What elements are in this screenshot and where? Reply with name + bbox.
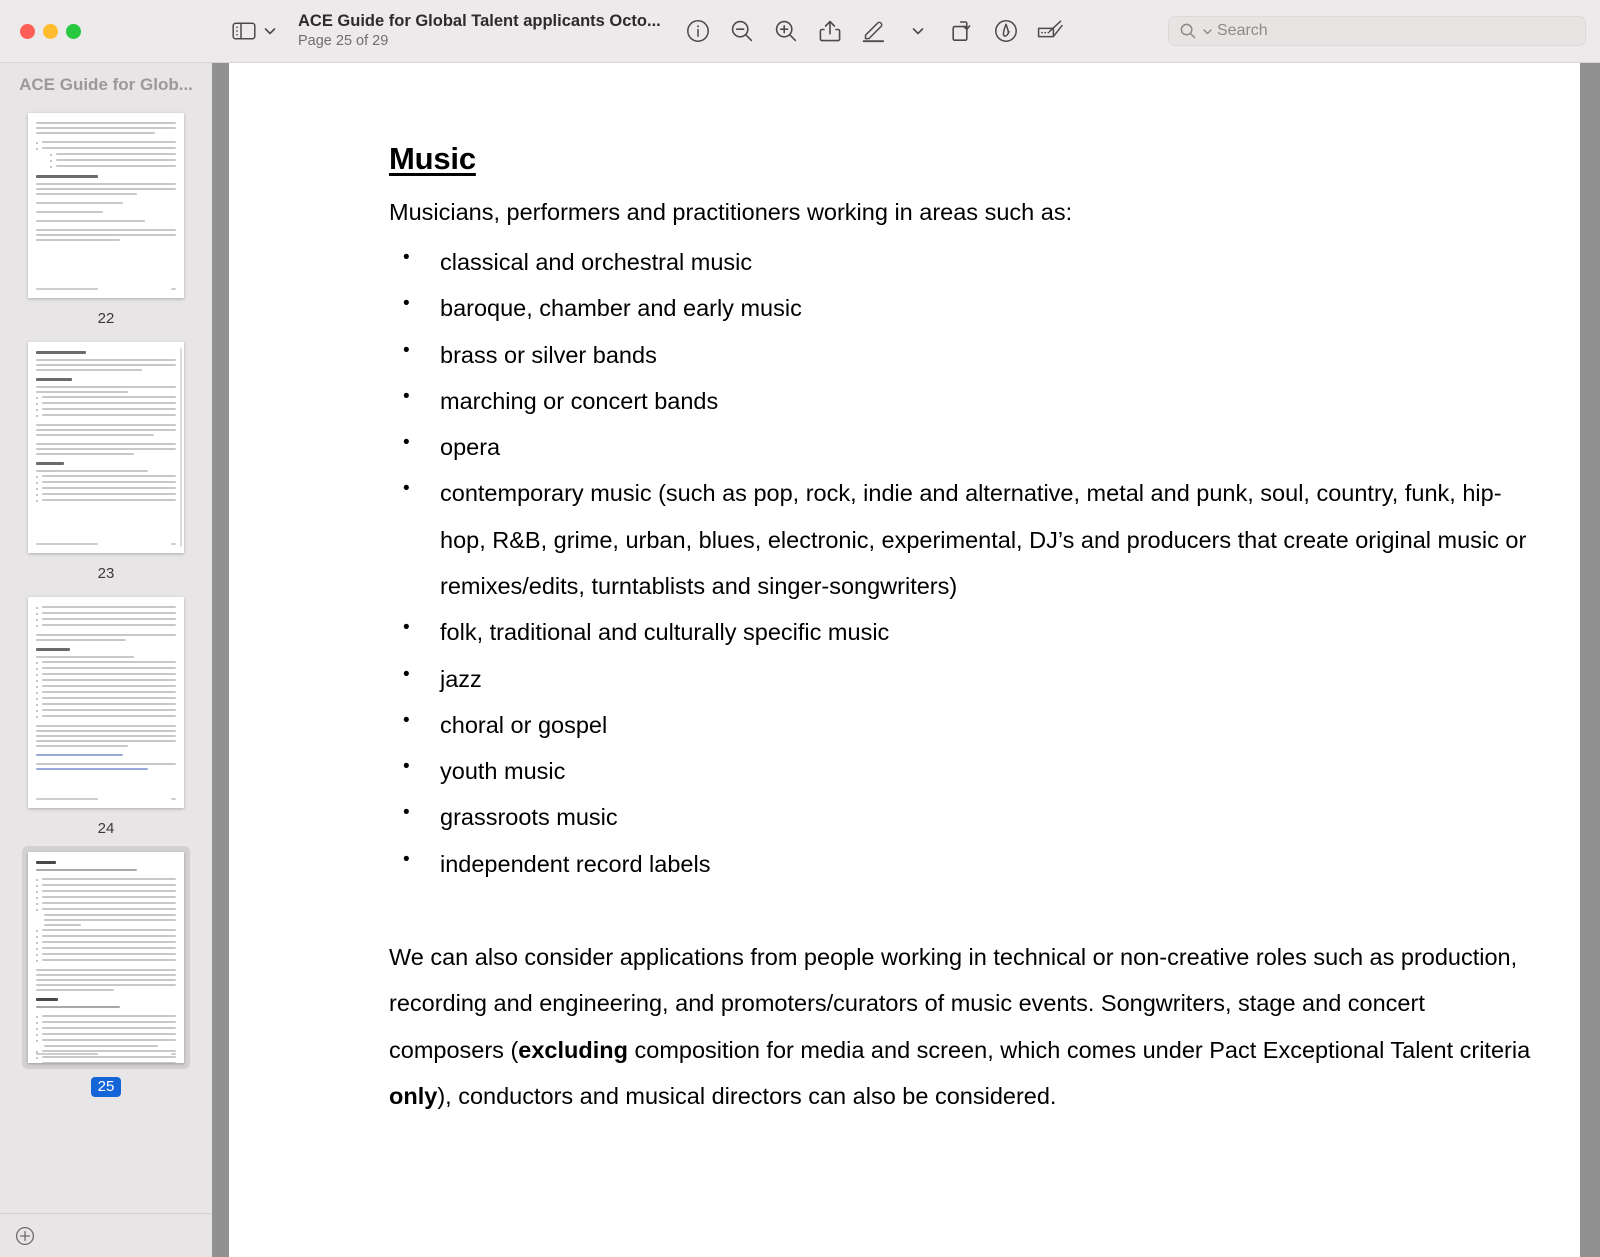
rotate-icon[interactable]	[940, 11, 984, 51]
thumbnail-item-selected[interactable]: 25	[22, 846, 190, 1107]
thumbnail-page-number-badge: 25	[90, 1077, 122, 1097]
info-icon[interactable]	[676, 11, 720, 51]
list-item: jazz	[389, 656, 1540, 702]
sidebar-footer	[0, 1213, 212, 1257]
discipline-list: classical and orchestral music baroque, …	[389, 239, 1540, 887]
preview-window: ACE Guide for Global Talent applicants O…	[0, 0, 1600, 1257]
search-icon	[1180, 23, 1196, 38]
markup-pen-icon[interactable]	[852, 11, 896, 51]
sign-icon[interactable]	[984, 11, 1028, 51]
pdf-page: Music Musicians, performers and practiti…	[229, 63, 1580, 1257]
add-page-button[interactable]	[14, 1225, 36, 1247]
list-item: baroque, chamber and early music	[389, 285, 1540, 331]
page-gutter-right	[1580, 63, 1600, 1257]
list-item: folk, traditional and culturally specifi…	[389, 609, 1540, 655]
thumbnail-frame[interactable]	[22, 591, 190, 814]
zoom-in-icon[interactable]	[764, 11, 808, 51]
search-container: Search	[1168, 16, 1586, 46]
annotate-icon[interactable]	[1028, 11, 1072, 51]
list-item: opera	[389, 424, 1540, 470]
close-button[interactable]	[20, 23, 35, 39]
toolbar: ACE Guide for Global Talent applicants O…	[0, 0, 1600, 63]
paragraph-part-2: composition for media and screen, which …	[627, 1036, 1531, 1063]
list-item: marching or concert bands	[389, 378, 1540, 424]
intro-paragraph: Musicians, performers and practitioners …	[389, 199, 1073, 225]
search-chevron-down-icon	[1203, 28, 1212, 34]
list-item: independent record labels	[389, 841, 1540, 887]
sidebar-chevron-down-icon[interactable]	[262, 23, 278, 39]
paragraph-bold-excluding: excluding	[518, 1036, 628, 1063]
page-indicator: Page 25 of 29	[298, 33, 389, 50]
sidebar-toggle-group	[232, 21, 278, 41]
thumbnail-page-preview	[28, 852, 184, 1063]
minimize-button[interactable]	[43, 23, 58, 39]
thumbnail-frame[interactable]	[22, 336, 190, 559]
search-placeholder: Search	[1217, 22, 1268, 39]
share-icon[interactable]	[808, 11, 852, 51]
chevron-down-icon[interactable]	[896, 11, 940, 51]
zoom-out-icon[interactable]	[720, 11, 764, 51]
list-item: contemporary music (such as pop, rock, i…	[389, 470, 1540, 609]
list-item: youth music	[389, 748, 1540, 794]
thumbnail-frame[interactable]	[22, 107, 190, 304]
paragraph-part-3: ), conductors and musical directors can …	[437, 1082, 1057, 1109]
thumbnail-scroll-indicator	[180, 348, 182, 547]
sidebar-title: ACE Guide for Glob...	[0, 63, 212, 107]
thumbnail-list: 22 23 24 25	[0, 107, 212, 1213]
window-controls	[0, 23, 212, 39]
list-item: grassroots music	[389, 794, 1540, 840]
title-block: ACE Guide for Global Talent applicants O…	[298, 11, 668, 51]
document-title: ACE Guide for Global Talent applicants O…	[298, 11, 661, 30]
closing-paragraph: We can also consider applications from p…	[389, 934, 1540, 1119]
thumbnail-page-number: 22	[97, 310, 115, 327]
tool-icon-group	[676, 11, 1072, 51]
thumbnail-page-preview	[28, 113, 184, 298]
search-input[interactable]: Search	[1168, 16, 1586, 46]
thumbnail-sidebar: ACE Guide for Glob... 22 23 24 25	[0, 63, 212, 1257]
list-item: brass or silver bands	[389, 332, 1540, 378]
thumbnail-page-number: 24	[97, 820, 115, 837]
thumbnail-item[interactable]: 23	[22, 336, 190, 591]
thumbnail-frame[interactable]	[22, 846, 190, 1069]
thumbnail-item[interactable]: 22	[22, 107, 190, 336]
paragraph-bold-only: only	[389, 1082, 438, 1109]
document-area: Music Musicians, performers and practiti…	[212, 63, 1600, 1257]
thumbnail-page-number: 23	[97, 565, 115, 582]
window-body: ACE Guide for Glob... 22 23 24 25 Music …	[0, 63, 1600, 1257]
list-item: choral or gospel	[389, 702, 1540, 748]
page-gutter-left	[212, 63, 229, 1257]
thumbnail-page-preview	[28, 342, 184, 553]
sidebar-toggle-icon[interactable]	[232, 21, 256, 41]
list-item: classical and orchestral music	[389, 239, 1540, 285]
page-heading: Music	[389, 141, 476, 176]
toolbar-content: ACE Guide for Global Talent applicants O…	[212, 0, 1600, 62]
thumbnail-item[interactable]: 24	[22, 591, 190, 846]
thumbnail-page-preview	[28, 597, 184, 808]
maximize-button[interactable]	[66, 23, 81, 39]
